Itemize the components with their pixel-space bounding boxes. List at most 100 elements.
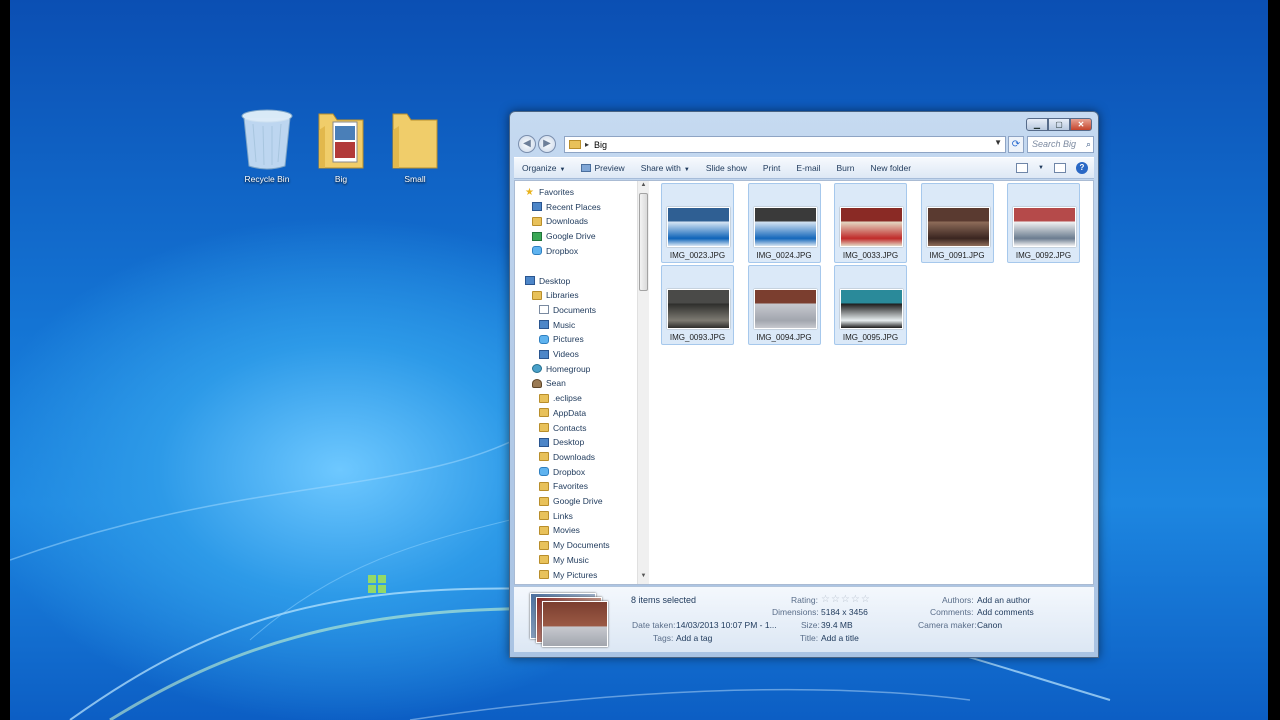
folder-icon [539, 555, 549, 565]
nav-item-label: My Documents [553, 540, 610, 551]
minimize-button[interactable]: ▁ [1026, 118, 1048, 131]
tags-value[interactable]: Add a tag [676, 633, 712, 643]
folder-icon [539, 496, 549, 506]
scroll-thumb[interactable] [639, 193, 648, 291]
folder-icon [539, 423, 549, 432]
chevron-down-icon[interactable]: ▼ [1038, 165, 1044, 171]
nav-scrollbar[interactable]: ▲ ▼ [637, 181, 649, 584]
content-area: ★ Favorites Recent Places Downloads Google D… [514, 180, 1094, 585]
file-item[interactable]: IMG_0092.JPG [1007, 183, 1080, 263]
organize-button[interactable]: Organize ▼ [514, 163, 573, 173]
nav-item-label: Libraries [546, 290, 579, 301]
desktop-folder-small[interactable]: Small [383, 108, 447, 184]
email-button[interactable]: E-mail [788, 163, 828, 173]
nav-item[interactable]: Movies [539, 525, 580, 535]
address-dropdown-icon[interactable]: ▼ [994, 138, 1002, 147]
search-icon[interactable]: ⌕ [1086, 137, 1091, 152]
nav-item[interactable]: Dropbox [539, 467, 585, 477]
navigation-pane: ★ Favorites Recent Places Downloads Google D… [515, 181, 637, 584]
letterbox-right [1268, 0, 1280, 720]
slide-show-button[interactable]: Slide show [698, 163, 755, 173]
dimensions-value: 5184 x 3456 [821, 607, 868, 617]
back-button[interactable]: ◀ [518, 135, 536, 153]
file-item[interactable]: IMG_0033.JPG [834, 183, 907, 263]
nav-item[interactable]: Pictures [539, 334, 584, 344]
nav-item-label: Google Drive [553, 496, 603, 506]
nav-item[interactable]: Downloads [539, 452, 595, 462]
maximize-button[interactable]: ▢ [1048, 118, 1070, 131]
file-item[interactable]: IMG_0023.JPG [661, 183, 734, 263]
address-bar[interactable]: ▸ Big ▼ [564, 136, 1006, 153]
nav-item-label: Desktop [539, 275, 571, 286]
search-input[interactable]: Search Big ⌕ [1027, 136, 1094, 153]
nav-item[interactable]: Favorites [539, 481, 588, 491]
title-value[interactable]: Add a title [821, 633, 859, 643]
nav-item[interactable]: Desktop [539, 437, 584, 447]
nav-item[interactable]: Sean [532, 378, 566, 388]
help-icon[interactable]: ? [1076, 162, 1088, 174]
scroll-up-icon[interactable]: ▲ [638, 182, 649, 192]
preview-pane-icon[interactable] [1054, 163, 1066, 173]
comments-value[interactable]: Add comments [977, 607, 1034, 617]
nav-item[interactable]: Links [539, 511, 573, 521]
breadcrumb-segment[interactable]: Big [594, 140, 607, 150]
nav-item[interactable]: Homegroup [532, 364, 590, 374]
nav-item[interactable]: Desktop [525, 276, 570, 286]
nav-item-label: Links [553, 510, 573, 521]
forward-button[interactable]: ▶ [538, 135, 556, 153]
file-item[interactable]: IMG_0091.JPG [920, 183, 994, 263]
nav-item[interactable]: My Documents [539, 540, 610, 550]
nav-item[interactable]: My Music [539, 555, 589, 565]
nav-item[interactable]: ★ Favorites [525, 187, 574, 197]
scroll-down-icon[interactable]: ▼ [638, 573, 649, 583]
nav-item[interactable]: Contacts [539, 423, 587, 433]
share-with-button[interactable]: Share with ▼ [633, 163, 698, 173]
location-icon [539, 320, 549, 330]
nav-item[interactable]: Videos [539, 349, 579, 359]
title-label: Title: [800, 633, 819, 643]
file-item[interactable]: IMG_0094.JPG [747, 265, 821, 345]
folder-icon [313, 108, 369, 172]
nav-item[interactable]: AppData [539, 408, 586, 418]
file-item[interactable]: IMG_0093.JPG [661, 265, 734, 345]
file-item[interactable]: IMG_0024.JPG [747, 183, 821, 263]
close-button[interactable]: ✕ [1070, 118, 1092, 131]
print-button[interactable]: Print [755, 163, 788, 173]
command-bar: Organize ▼ Preview Share with ▼ Slide show… [514, 157, 1094, 179]
rating-stars[interactable]: ☆☆☆☆☆ [821, 594, 871, 605]
nav-item[interactable]: .eclipse [539, 393, 582, 403]
search-placeholder: Search Big [1032, 139, 1077, 149]
nav-item[interactable]: My Pictures [539, 570, 597, 580]
burn-button[interactable]: Burn [829, 163, 863, 173]
chevron-down-icon: ▼ [559, 167, 566, 173]
folder-icon [539, 511, 549, 521]
folder-icon [539, 481, 549, 491]
image-thumbnail [926, 207, 990, 247]
nav-item[interactable]: Documents [539, 305, 596, 315]
rating-label: Rating: [791, 595, 818, 605]
nav-item[interactable]: Music [539, 320, 575, 330]
nav-item[interactable]: Google Drive [539, 496, 603, 506]
nav-item[interactable]: Recent Places [532, 202, 601, 212]
nav-item[interactable]: Libraries [532, 290, 579, 300]
folder-icon [539, 540, 549, 550]
image-thumbnail [1013, 207, 1076, 247]
authors-value[interactable]: Add an author [977, 595, 1030, 605]
new-folder-button[interactable]: New folder [862, 163, 919, 173]
desktop-recycle-bin[interactable]: Recycle Bin [235, 108, 299, 184]
file-name: IMG_0093.JPG [669, 333, 726, 342]
nav-item[interactable]: Dropbox [532, 246, 578, 256]
date-taken-value[interactable]: 14/03/2013 10:07 PM - 1... [676, 620, 777, 630]
image-thumbnail [667, 207, 730, 247]
desktop-folder-big[interactable]: Big [309, 108, 373, 184]
preview-button[interactable]: Preview [573, 163, 632, 173]
folder-icon [539, 393, 549, 403]
location-icon [539, 437, 549, 447]
nav-item[interactable]: Google Drive [532, 231, 596, 241]
refresh-button[interactable]: ⟳ [1008, 136, 1024, 153]
file-name: IMG_0091.JPG [929, 251, 985, 260]
nav-item[interactable]: Downloads [532, 216, 588, 226]
file-item[interactable]: IMG_0095.JPG [834, 265, 907, 345]
nav-item-label: Videos [553, 349, 579, 359]
view-options-icon[interactable] [1016, 163, 1029, 173]
